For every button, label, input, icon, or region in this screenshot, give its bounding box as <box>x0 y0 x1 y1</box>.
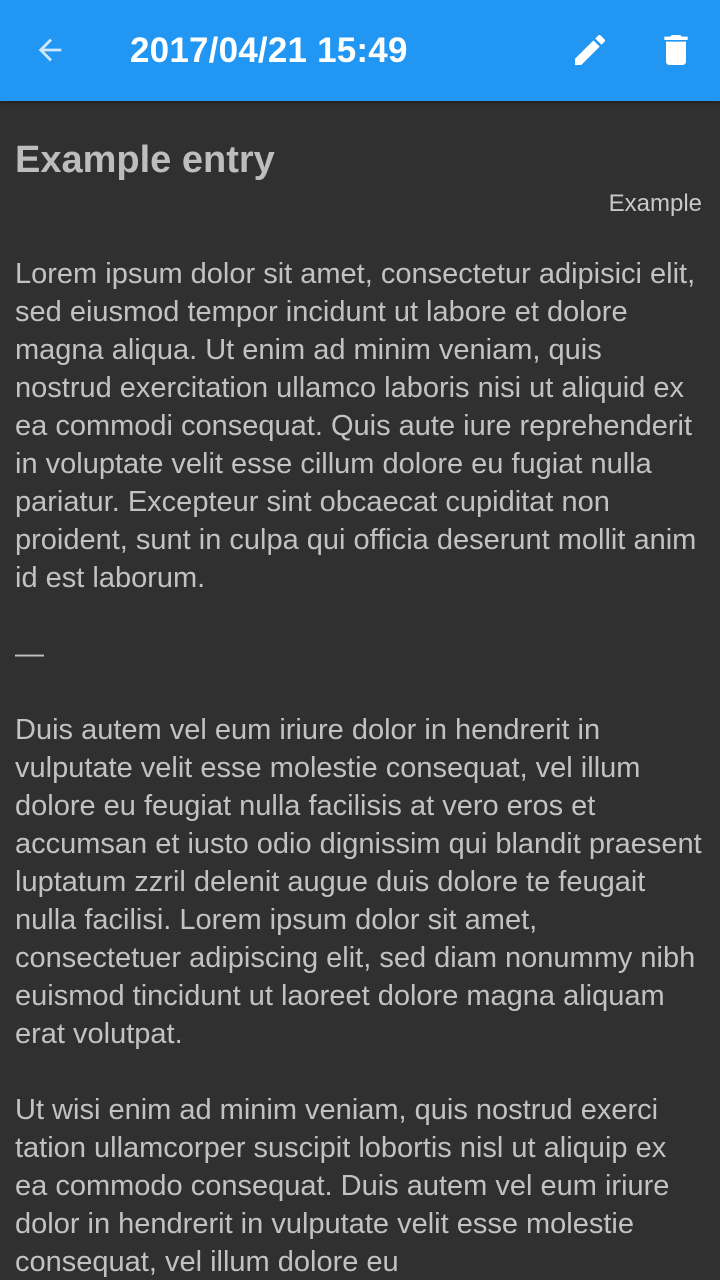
delete-button[interactable] <box>644 18 708 82</box>
back-button[interactable] <box>18 18 82 82</box>
arrow-left-icon <box>38 38 62 62</box>
entry-date-title: 2017/04/21 15:49 <box>130 31 408 70</box>
entry-tag: Example <box>608 190 702 217</box>
body-paragraph: Ut wisi enim ad minim veniam, quis nostr… <box>15 1094 670 1278</box>
separator-dash: — <box>15 638 44 670</box>
entry-title: Example entry <box>15 139 275 181</box>
trash-icon <box>664 35 688 65</box>
app-bar: 2017/04/21 15:49 <box>0 0 720 101</box>
pencil-icon <box>575 34 606 65</box>
entry-content[interactable]: Example entry Example Lorem ipsum dolor … <box>0 101 720 1280</box>
body-paragraph: Duis autem vel eum iriure dolor in hendr… <box>15 714 702 1050</box>
body-paragraph: Lorem ipsum dolor sit amet, consectetur … <box>15 258 697 594</box>
entry-body: Lorem ipsum dolor sit amet, consectetur … <box>15 255 704 1280</box>
edit-button[interactable] <box>558 18 622 82</box>
